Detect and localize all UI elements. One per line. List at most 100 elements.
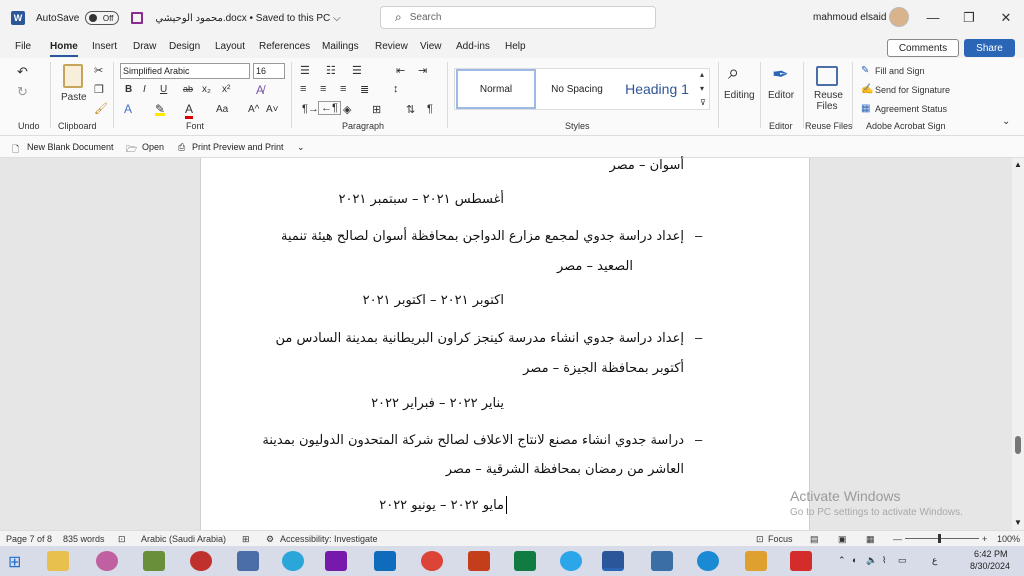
subscript-button[interactable]: x₂ [202,84,211,95]
tab-insert[interactable]: Insert [92,41,117,52]
tab-view[interactable]: View [420,41,442,52]
align-right-icon[interactable]: ≡ [340,83,346,95]
teamviewer-icon[interactable] [282,551,304,571]
tab-home[interactable]: Home [50,41,78,57]
highlight-icon[interactable]: ✎ [155,102,166,116]
print-layout-icon[interactable]: ▣ [838,534,847,545]
copy-icon[interactable]: ❐ [94,83,104,96]
change-case-button[interactable]: Aa [216,104,228,115]
clock-time[interactable]: 6:42 PM [974,549,1008,559]
print-preview-icon[interactable]: ⎙ [178,142,185,153]
ltr-icon[interactable]: ¶→ [302,103,319,115]
app-icon[interactable] [651,551,673,571]
word-taskbar-icon[interactable] [602,551,624,571]
app-icon[interactable] [143,551,165,571]
zoom-out-icon[interactable]: — [893,534,902,544]
document-page[interactable]: أسوان – مصر أغسطس ٢٠٢١ – سبتمبر ٢٠٢١ – إ… [200,158,810,530]
tray-chevron-icon[interactable]: ⌃ [838,555,846,566]
editing-search-icon[interactable]: ⌕ [728,62,739,85]
sort-icon[interactable]: ⇅ [406,103,415,116]
bullets-icon[interactable]: ☰ [300,64,310,77]
document-title[interactable]: محمود الوحيشي.docx • Saved to this PC ⌵ [155,13,340,24]
comments-button[interactable]: Comments [887,39,959,57]
network-icon[interactable]: ⌇ [882,555,886,566]
open-folder-icon[interactable]: 🗁 [126,142,137,158]
new-document-icon[interactable]: 🗋 [12,142,19,158]
powerpoint-icon[interactable] [468,551,490,571]
line-spacing-icon[interactable]: ↕ [393,83,399,95]
editor-pen-icon[interactable]: ✒ [772,62,789,87]
autosave-toggle[interactable]: Off [85,11,120,25]
reuse-files-icon[interactable] [816,66,838,86]
share-button[interactable]: Share [964,39,1015,57]
font-size-select[interactable]: 16 [253,63,285,79]
customize-toolbar-icon[interactable]: ⌄ [297,142,305,153]
excel-icon[interactable] [514,551,536,571]
collapse-ribbon-icon[interactable]: ⌄ [1002,116,1010,127]
style-heading-1[interactable]: Heading 1 [618,69,696,109]
zoom-slider[interactable] [905,538,979,539]
clear-formatting-icon[interactable]: A̸ [256,83,264,97]
tab-mailings[interactable]: Mailings [322,41,359,52]
zoom-level[interactable]: 100% [997,534,1020,544]
page-count[interactable]: Page 7 of 8 [6,534,52,544]
redo-icon[interactable]: ↻ [17,84,28,100]
scroll-down-icon[interactable]: ▼ [1014,518,1022,527]
bold-button[interactable]: B [125,84,132,95]
text-effects-icon[interactable]: A [124,102,132,116]
accessibility-status[interactable]: Accessibility: Investigate [280,534,378,544]
web-layout-icon[interactable]: ▦ [866,534,875,545]
app-icon[interactable] [96,551,118,571]
show-marks-icon[interactable]: ¶ [427,103,433,115]
scroll-up-icon[interactable]: ▲ [1014,160,1022,169]
focus-button[interactable]: Focus [768,534,793,544]
underline-button[interactable]: U [160,84,167,95]
tab-layout[interactable]: Layout [215,41,245,52]
fill-and-sign-button[interactable]: Fill and Sign [875,66,925,76]
editing-button[interactable]: Editing [724,90,755,101]
user-name[interactable]: mahmoud elsaid [813,12,886,23]
zoom-slider-thumb[interactable] [938,534,941,543]
acrobat-icon[interactable] [790,551,812,571]
shrink-font-button[interactable]: A˅ [266,104,279,115]
borders-icon[interactable]: ⊞ [372,103,381,116]
align-center-icon[interactable]: ≡ [320,83,326,95]
agreement-status-button[interactable]: Agreement Status [875,104,947,114]
multilevel-list-icon[interactable]: ☰ [352,64,362,77]
superscript-button[interactable]: x² [222,84,230,95]
strikethrough-button[interactable]: ab [183,84,193,94]
rtl-icon[interactable]: ←¶ [318,101,341,115]
shading-icon[interactable]: ◈ [343,103,351,116]
decrease-indent-icon[interactable]: ⇤ [396,64,405,77]
tab-file[interactable]: File [15,41,31,52]
search-input[interactable]: ⌕ Search [380,6,656,29]
tab-references[interactable]: References [259,41,310,52]
tab-review[interactable]: Review [375,41,408,52]
justify-icon[interactable]: ≣ [360,83,369,96]
new-blank-document-button[interactable]: New Blank Document [27,142,114,152]
cut-icon[interactable]: ✂ [94,64,103,77]
onenote-icon[interactable] [325,551,347,571]
editor-button[interactable]: Editor [768,90,794,101]
increase-indent-icon[interactable]: ⇥ [418,64,427,77]
paste-label[interactable]: Paste [61,92,87,103]
proofing-icon[interactable]: ⊡ [118,534,126,545]
app-icon[interactable] [190,551,212,571]
avatar[interactable] [889,7,909,27]
grow-font-button[interactable]: A^ [248,104,259,115]
macro-icon[interactable]: ⊞ [242,534,250,545]
send-for-signature-button[interactable]: Send for Signature [875,85,950,95]
scrollbar-thumb[interactable] [1015,436,1021,454]
reuse-files-button[interactable]: Reuse Files [814,90,843,112]
zoom-in-icon[interactable]: + [982,534,987,544]
styles-scroll-up-icon[interactable]: ▴ [700,70,704,79]
app-icon[interactable] [745,551,767,571]
speaker-icon[interactable]: 🔈 [866,555,877,566]
close-button[interactable]: ✕ [996,8,1016,28]
tab-help[interactable]: Help [505,41,526,52]
style-normal[interactable]: Normal [456,69,536,109]
outlook-icon[interactable] [374,551,396,571]
font-name-select[interactable]: Simplified Arabic [120,63,250,79]
format-painter-icon[interactable]: 🖌 [94,102,108,115]
undo-icon[interactable]: ↶ [17,64,28,80]
